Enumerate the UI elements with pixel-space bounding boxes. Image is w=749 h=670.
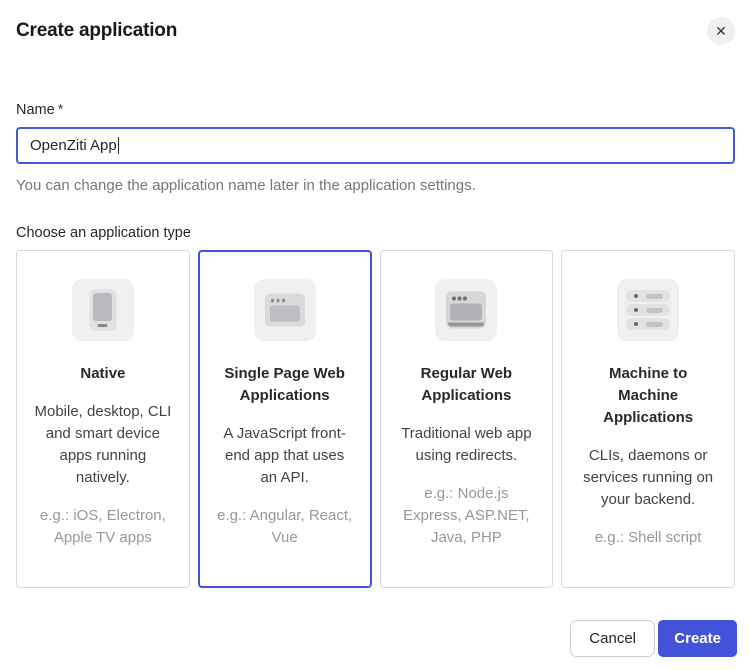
mobile-phone-icon (72, 279, 134, 341)
card-single-page-web[interactable]: Single Page Web Applications A JavaScrip… (198, 250, 372, 588)
card-regular-web[interactable]: Regular Web Applications Traditional web… (380, 250, 554, 588)
card-native[interactable]: Native Mobile, desktop, CLI and smart de… (16, 250, 190, 588)
cancel-button[interactable]: Cancel (570, 620, 655, 657)
card-example: e.g.: Node.js Express, ASP.NET, Java, PH… (397, 483, 537, 549)
required-marker: * (58, 102, 64, 118)
card-title: Regular Web Applications (397, 363, 537, 407)
card-description: Traditional web app using redirects. (397, 423, 537, 467)
create-application-dialog: Create application ✕ Name* OpenZiti App … (0, 0, 749, 670)
card-machine-to-machine[interactable]: Machine to Machine Applications CLIs, da… (561, 250, 735, 588)
close-icon: ✕ (715, 24, 727, 38)
application-type-label: Choose an application type (16, 225, 191, 241)
card-example: e.g.: iOS, Electron, Apple TV apps (33, 505, 173, 549)
name-helper-text: You can change the application name late… (16, 177, 476, 194)
create-button[interactable]: Create (658, 620, 737, 657)
card-description: A JavaScript front-end app that uses an … (215, 423, 355, 489)
name-field-label: Name* (16, 102, 63, 118)
name-input[interactable]: OpenZiti App (16, 127, 735, 164)
card-description: Mobile, desktop, CLI and smart device ap… (33, 401, 173, 489)
card-title: Native (33, 363, 173, 385)
name-label-text: Name (16, 102, 55, 118)
card-title: Single Page Web Applications (215, 363, 355, 407)
close-button[interactable]: ✕ (707, 17, 735, 45)
card-title: Machine to Machine Applications (601, 363, 696, 429)
text-caret (118, 137, 120, 154)
server-window-icon (435, 279, 497, 341)
server-stack-icon (617, 279, 679, 341)
card-description: CLIs, daemons or services running on you… (578, 445, 718, 511)
card-example: e.g.: Shell script (578, 527, 718, 549)
name-input-value: OpenZiti App (30, 137, 117, 154)
browser-window-icon (254, 279, 316, 341)
dialog-title: Create application (16, 20, 177, 42)
application-type-cards: Native Mobile, desktop, CLI and smart de… (16, 250, 735, 588)
card-example: e.g.: Angular, React, Vue (215, 505, 355, 549)
